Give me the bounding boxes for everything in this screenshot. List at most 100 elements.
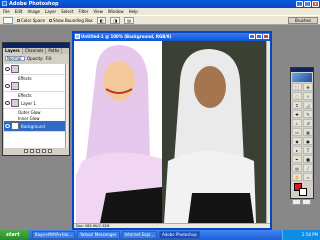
taskbar-item[interactable]: Internet Expl...: [121, 231, 158, 239]
taskbar: start Kaya+MAYA+blo... Yahoo! Messenger …: [0, 230, 320, 240]
history-brush-tool-icon[interactable]: ↺: [303, 119, 313, 127]
toolbox-title-bar[interactable]: [291, 68, 313, 72]
add-style-icon[interactable]: [30, 149, 34, 153]
window-controls: _ □ x: [296, 1, 319, 7]
option-button[interactable]: ◨: [110, 16, 121, 24]
pen-tool-icon[interactable]: ✒: [292, 155, 302, 163]
trash-icon[interactable]: [48, 149, 52, 153]
document-status-bar: Doc: 585.9K/2.32M: [74, 223, 270, 228]
zoom-tool-icon[interactable]: ⌕: [303, 173, 313, 181]
hand-tool-icon[interactable]: ✋: [292, 173, 302, 181]
document-title-bar[interactable]: Untitled-1 @ 100% (Background, RGB/8): [74, 33, 270, 41]
opacity-label: Opacity:: [27, 56, 44, 61]
path-selection-tool-icon[interactable]: ▸: [292, 146, 302, 154]
close-button[interactable]: x: [312, 1, 319, 7]
layer-thumbnail: [11, 82, 19, 90]
option-button[interactable]: ◧: [96, 16, 107, 24]
layer-row[interactable]: [4, 64, 68, 75]
app-title: Adobe Photoshop: [9, 1, 59, 7]
clone-stamp-tool-icon[interactable]: ⊥: [292, 119, 302, 127]
eye-icon[interactable]: [5, 84, 10, 88]
gradient-tool-icon[interactable]: ▦: [303, 128, 313, 136]
layer-thumbnail: [11, 122, 19, 130]
minimize-button[interactable]: [249, 34, 255, 39]
show-bounding-box-option[interactable]: Show Bounding Box: [48, 17, 93, 23]
maximize-button[interactable]: □: [304, 1, 311, 7]
image-canvas[interactable]: [76, 41, 266, 223]
effect-name: Effects: [18, 92, 32, 98]
tab-layers[interactable]: Layers: [3, 48, 23, 54]
tab-channels[interactable]: Channels: [23, 48, 47, 54]
menu-help[interactable]: Help: [129, 9, 138, 14]
menu-select[interactable]: Select: [61, 9, 73, 14]
dodge-tool-icon[interactable]: ●: [303, 137, 313, 145]
toolbox: ⬚ ✥ ◌ ✧ ⌗ ◿ ✚ ✎ ⊥ ↺ ▭ ▦ ◆ ● ▸ T ✒ ■ ▤ ⁄ …: [290, 67, 314, 205]
photoshop-logo[interactable]: [292, 73, 312, 82]
taskbar-item[interactable]: Yahoo! Messenger: [77, 231, 120, 239]
document-controls: [249, 34, 269, 39]
menu-file[interactable]: File: [3, 9, 10, 14]
layer-row[interactable]: Layer 1: [4, 98, 68, 109]
menu-layer[interactable]: Layer: [45, 9, 56, 14]
eye-icon[interactable]: [5, 101, 10, 105]
shape-tool-icon[interactable]: ■: [303, 155, 313, 163]
crop-tool-icon[interactable]: ⌗: [292, 101, 302, 109]
lasso-tool-icon[interactable]: ◌: [292, 92, 302, 100]
eraser-tool-icon[interactable]: ▭: [292, 128, 302, 136]
maximize-button[interactable]: [256, 34, 262, 39]
document-scrollbar[interactable]: [266, 41, 270, 223]
blend-mode-select[interactable]: Normal: [5, 56, 25, 61]
start-button[interactable]: start: [0, 230, 30, 240]
layer-row-background[interactable]: Background: [4, 121, 68, 132]
layer-row[interactable]: [4, 81, 68, 92]
palette-scrollbar[interactable]: [65, 64, 68, 148]
color-space-option[interactable]: Color Space: [17, 18, 45, 23]
photoshop-icon: [2, 1, 7, 6]
slice-tool-icon[interactable]: ◿: [303, 101, 313, 109]
taskbar-item-active[interactable]: Adobe Photoshop: [159, 231, 200, 239]
brush-tool-icon[interactable]: ✎: [303, 110, 313, 118]
document-icon: [75, 34, 80, 39]
layer-thumbnail: [11, 65, 19, 73]
effect-name: Outer Glow: [18, 109, 41, 115]
move-tool-icon[interactable]: ✥: [303, 83, 313, 91]
effect-name: Inner Glow: [18, 115, 40, 121]
tab-paths[interactable]: Paths: [46, 48, 63, 54]
show-bounding-box-label: Show Bounding Box: [52, 17, 93, 23]
tool-grid: ⬚ ✥ ◌ ✧ ⌗ ◿ ✚ ✎ ⊥ ↺ ▭ ▦ ◆ ● ▸ T ✒ ■ ▤ ⁄ …: [291, 83, 313, 181]
tool-preset-picker[interactable]: [3, 16, 13, 24]
system-tray-clock[interactable]: 2:58 PM: [282, 230, 320, 240]
magic-wand-tool-icon[interactable]: ✧: [303, 92, 313, 100]
menu-edit[interactable]: Edit: [15, 9, 23, 14]
blur-tool-icon[interactable]: ◆: [292, 137, 302, 145]
new-layer-icon[interactable]: [42, 149, 46, 153]
option-button[interactable]: ▤: [124, 16, 135, 24]
brushes-palette-tab[interactable]: Brushes: [288, 17, 318, 24]
app-title-bar: Adobe Photoshop _ □ x: [0, 0, 320, 8]
menu-filter[interactable]: Filter: [78, 9, 88, 14]
close-button[interactable]: [263, 34, 269, 39]
add-mask-icon[interactable]: [36, 149, 40, 153]
checkbox-icon: [17, 18, 20, 22]
taskbar-item[interactable]: Kaya+MAYA+blo...: [32, 231, 76, 239]
type-tool-icon[interactable]: T: [303, 146, 313, 154]
menu-image[interactable]: Image: [27, 9, 40, 14]
quick-mask-mode-icon[interactable]: [302, 199, 311, 205]
background-color-swatch[interactable]: [299, 188, 307, 196]
layer-thumbnail: [11, 99, 19, 107]
menu-view[interactable]: View: [93, 9, 103, 14]
mode-buttons: [291, 199, 313, 205]
minimize-button[interactable]: _: [296, 1, 303, 7]
document-title: Untitled-1 @ 100% (Background, RGB/8): [81, 34, 172, 39]
eye-icon[interactable]: [5, 124, 10, 128]
marquee-tool-icon[interactable]: ⬚: [292, 83, 302, 91]
standard-mode-icon[interactable]: [292, 199, 301, 205]
color-space-label: Color Space: [21, 17, 45, 23]
menu-window[interactable]: Window: [108, 9, 124, 14]
healing-brush-tool-icon[interactable]: ✚: [292, 110, 302, 118]
eyedropper-tool-icon[interactable]: ⁄: [303, 164, 313, 172]
link-layers-icon[interactable]: [24, 149, 28, 153]
eye-icon[interactable]: [5, 67, 10, 71]
notes-tool-icon[interactable]: ▤: [292, 164, 302, 172]
workspace: Layers Channels Paths Normal Opacity: Fi…: [0, 25, 320, 230]
